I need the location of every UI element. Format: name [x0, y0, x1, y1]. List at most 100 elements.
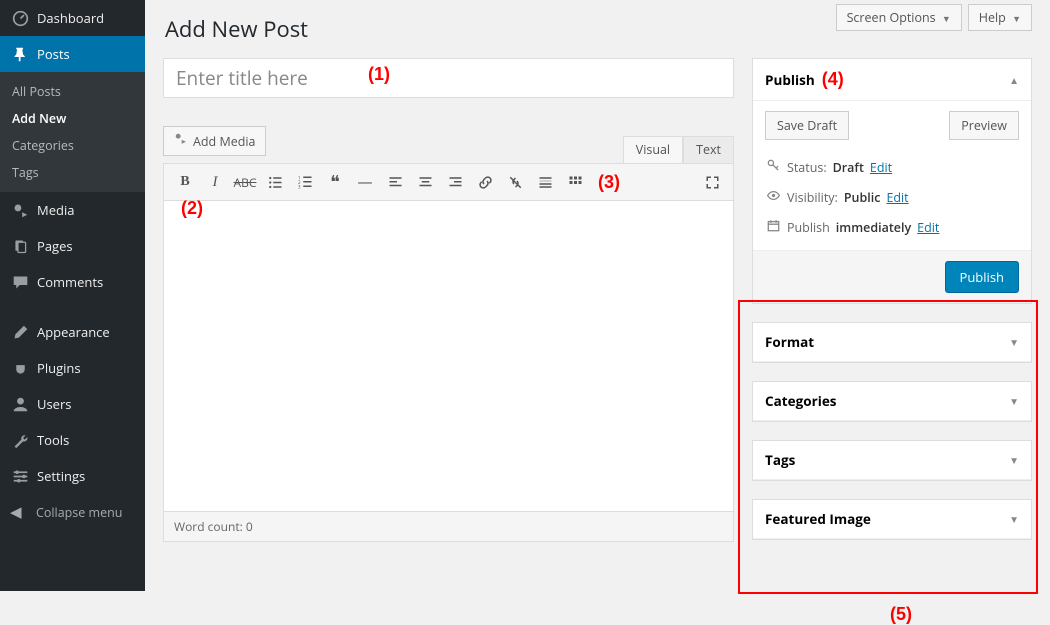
publish-title-label: Publish — [765, 71, 815, 89]
format-box-header[interactable]: Format▼ — [753, 323, 1031, 362]
nav-media[interactable]: Media — [0, 192, 145, 228]
editor-textarea[interactable] — [164, 201, 733, 511]
pin-icon — [10, 44, 30, 64]
sub-categories[interactable]: Categories — [0, 132, 145, 159]
nav-label: Plugins — [37, 359, 81, 377]
calendar-icon — [765, 218, 781, 236]
align-center-button[interactable] — [412, 169, 438, 195]
add-media-button[interactable]: Add Media — [163, 126, 266, 156]
plug-icon — [10, 358, 30, 378]
annotation-3: (3) — [598, 172, 620, 193]
schedule-line: Publish immediately Edit — [765, 212, 1019, 242]
svg-text:3: 3 — [298, 184, 301, 190]
categories-box: Categories▼ — [752, 381, 1032, 422]
nav-appearance[interactable]: Appearance — [0, 314, 145, 350]
user-icon — [10, 394, 30, 414]
sub-add-new[interactable]: Add New — [0, 105, 145, 132]
sidebar-right: Publish (4) ▲ Save Draft Preview Status:… — [752, 58, 1032, 558]
nav-users[interactable]: Users — [0, 386, 145, 422]
admin-sidebar: Dashboard Posts All Posts Add New Catego… — [0, 0, 145, 591]
align-right-button[interactable] — [442, 169, 468, 195]
publish-box-header[interactable]: Publish (4) ▲ — [753, 59, 1031, 101]
key-icon — [765, 158, 781, 176]
publish-button[interactable]: Publish — [945, 261, 1019, 293]
strike-button[interactable]: ABC — [232, 169, 258, 195]
nav-posts[interactable]: Posts — [0, 36, 145, 72]
triangle-down-icon: ▼ — [942, 12, 951, 25]
hr-button[interactable]: — — [352, 169, 378, 195]
sub-tags[interactable]: Tags — [0, 159, 145, 186]
nav-label: Users — [37, 395, 71, 413]
annotation-4: (4) — [822, 69, 844, 89]
screen-options-button[interactable]: Screen Options ▼ — [836, 4, 962, 31]
edit-schedule-link[interactable]: Edit — [917, 219, 939, 236]
dashboard-icon — [10, 8, 30, 28]
unlink-button[interactable] — [502, 169, 528, 195]
categories-box-header[interactable]: Categories▼ — [753, 382, 1031, 421]
editor-toolbar: B I ABC 123 ❝ — (3) — [164, 164, 733, 201]
triangle-down-icon: ▼ — [1009, 512, 1019, 526]
link-button[interactable] — [472, 169, 498, 195]
publish-box-footer: Publish — [753, 250, 1031, 303]
sliders-icon — [10, 466, 30, 486]
preview-button[interactable]: Preview — [949, 111, 1019, 140]
media-small-icon — [174, 131, 188, 151]
bullet-list-button[interactable] — [262, 169, 288, 195]
format-box: Format▼ — [752, 322, 1032, 363]
collapse-label: Collapse menu — [36, 504, 122, 521]
tab-visual[interactable]: Visual — [623, 136, 683, 163]
status-line: Status: Draft Edit — [765, 152, 1019, 182]
comments-icon — [10, 272, 30, 292]
nav-label: Appearance — [37, 323, 110, 341]
nav-label: Pages — [37, 237, 73, 255]
triangle-down-icon: ▼ — [1009, 394, 1019, 408]
editor-tabs: Visual Text — [623, 136, 734, 163]
triangle-down-icon: ▼ — [1009, 335, 1019, 349]
featured-image-box-header[interactable]: Featured Image▼ — [753, 500, 1031, 539]
italic-button[interactable]: I — [202, 169, 228, 195]
word-count: Word count: 0 — [164, 511, 733, 541]
main-content: Screen Options ▼ Help ▼ Add New Post (1)… — [145, 0, 1050, 591]
toolbar-toggle-button[interactable] — [562, 169, 588, 195]
tab-text[interactable]: Text — [683, 136, 734, 163]
nav-label: Tools — [37, 431, 69, 449]
readmore-button[interactable] — [532, 169, 558, 195]
publish-box: Publish (4) ▲ Save Draft Preview Status:… — [752, 58, 1032, 304]
nav-label: Comments — [37, 273, 103, 291]
help-button[interactable]: Help ▼ — [968, 4, 1032, 31]
number-list-button[interactable]: 123 — [292, 169, 318, 195]
featured-image-box: Featured Image▼ — [752, 499, 1032, 540]
triangle-down-icon: ▼ — [1012, 12, 1021, 25]
publish-box-body: Save Draft Preview Status: Draft Edit Vi… — [753, 101, 1031, 242]
nav-label: Media — [37, 201, 74, 219]
nav-pages[interactable]: Pages — [0, 228, 145, 264]
blockquote-button[interactable]: ❝ — [322, 169, 348, 195]
nav-settings[interactable]: Settings — [0, 458, 145, 494]
nav-plugins[interactable]: Plugins — [0, 350, 145, 386]
screen-meta-links: Screen Options ▼ Help ▼ — [836, 4, 1032, 31]
annotation-5: (5) — [890, 604, 912, 625]
save-draft-button[interactable]: Save Draft — [765, 111, 849, 140]
fullscreen-button[interactable] — [699, 169, 725, 195]
triangle-up-icon: ▲ — [1009, 73, 1019, 87]
edit-status-link[interactable]: Edit — [870, 159, 892, 176]
posts-submenu: All Posts Add New Categories Tags — [0, 72, 145, 192]
nav-comments[interactable]: Comments — [0, 264, 145, 300]
visibility-line: Visibility: Public Edit — [765, 182, 1019, 212]
nav-label: Posts — [37, 45, 70, 63]
tags-box: Tags▼ — [752, 440, 1032, 481]
editor-wrap: Visual Text B I ABC 123 ❝ — — [163, 163, 734, 542]
brush-icon — [10, 322, 30, 342]
tags-box-header[interactable]: Tags▼ — [753, 441, 1031, 480]
sub-all-posts[interactable]: All Posts — [0, 78, 145, 105]
align-left-button[interactable] — [382, 169, 408, 195]
post-title-input[interactable] — [163, 58, 734, 98]
nav-tools[interactable]: Tools — [0, 422, 145, 458]
nav-label: Settings — [37, 467, 85, 485]
media-icon — [10, 200, 30, 220]
edit-visibility-link[interactable]: Edit — [886, 189, 908, 206]
collapse-menu[interactable]: ◀ Collapse menu — [0, 494, 145, 530]
bold-button[interactable]: B — [172, 169, 198, 195]
nav-dashboard[interactable]: Dashboard — [0, 0, 145, 36]
pages-icon — [10, 236, 30, 256]
